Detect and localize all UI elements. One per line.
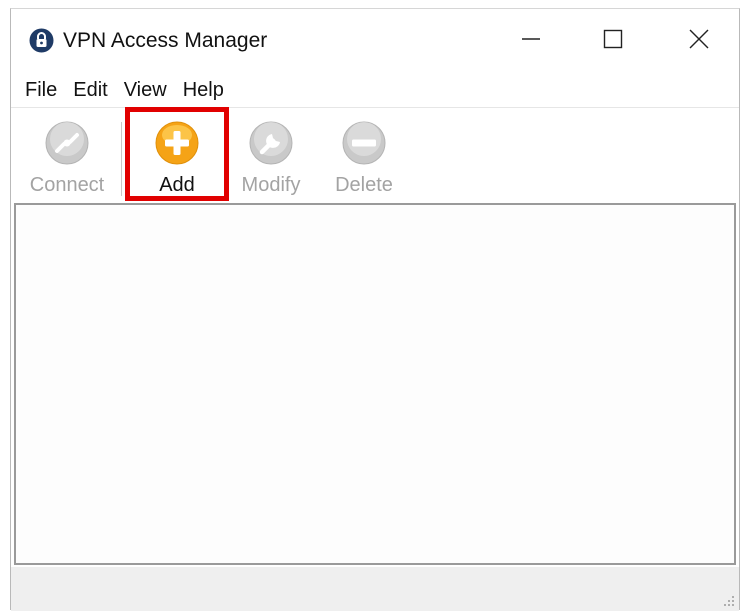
menu-view[interactable]: View	[116, 75, 175, 105]
maximize-button[interactable]	[585, 17, 641, 61]
menu-help[interactable]: Help	[175, 75, 232, 105]
app-window: VPN Access Manager File Edit View Help C…	[10, 8, 740, 611]
minus-circle-icon	[342, 121, 386, 165]
resize-grip-icon[interactable]	[721, 593, 735, 607]
close-button[interactable]	[671, 17, 727, 61]
toolbar-separator	[121, 122, 122, 196]
connect-icon	[45, 121, 89, 165]
connect-button[interactable]: Connect	[26, 114, 108, 198]
highlight-box	[125, 107, 229, 201]
modify-label: Modify	[241, 174, 301, 196]
lock-icon	[29, 28, 54, 53]
connect-label: Connect	[29, 174, 105, 196]
connection-list[interactable]	[14, 203, 736, 565]
delete-label: Delete	[335, 174, 393, 196]
window-title: VPN Access Manager	[63, 29, 268, 52]
menu-bar: File Edit View Help	[11, 73, 739, 107]
minimize-button[interactable]	[503, 17, 559, 61]
status-bar	[11, 567, 739, 611]
menu-file[interactable]: File	[11, 75, 65, 105]
delete-button[interactable]: Delete	[327, 114, 401, 198]
close-icon	[689, 29, 709, 49]
minimize-icon	[522, 38, 540, 40]
wrench-icon	[249, 121, 293, 165]
toolbar: Connect Add Modify Delete	[11, 107, 739, 204]
menu-edit[interactable]: Edit	[65, 75, 115, 105]
title-bar[interactable]: VPN Access Manager	[11, 9, 739, 71]
maximize-icon	[603, 29, 623, 49]
modify-button[interactable]: Modify	[233, 114, 309, 198]
